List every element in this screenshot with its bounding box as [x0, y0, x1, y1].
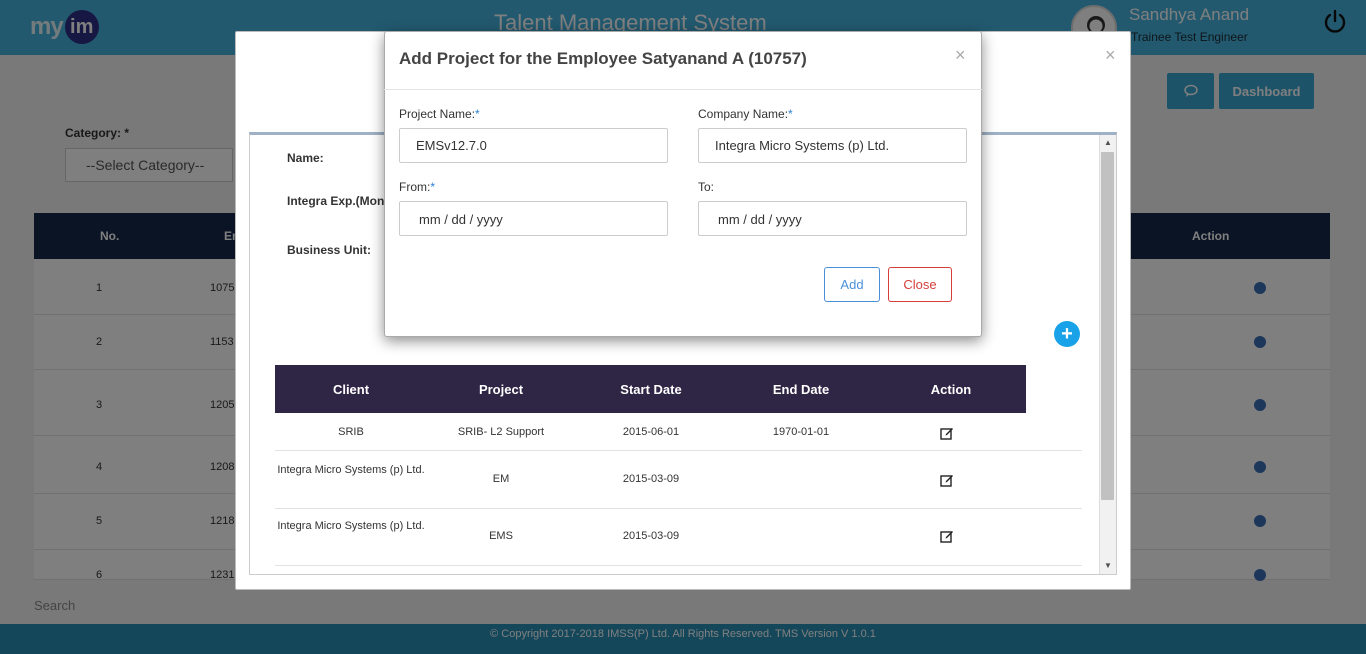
cell-start-date: 2015-03-09: [622, 473, 680, 485]
close-button[interactable]: Close: [888, 267, 952, 302]
projects-table-header: Client Project Start Date End Date Actio…: [275, 365, 1026, 413]
col-end-date: End Date: [772, 382, 830, 397]
edit-icon[interactable]: [940, 426, 954, 440]
scroll-down-arrow-icon[interactable]: ▼: [1104, 561, 1112, 570]
edit-icon[interactable]: [940, 473, 954, 487]
cell-project: EMS: [489, 530, 513, 542]
table-row: Integra Micro Systems (p) Ltd. EM 2015-0…: [275, 451, 1082, 509]
modal-close-icon[interactable]: ×: [955, 45, 966, 66]
cell-client: SRIB: [338, 426, 364, 438]
cell-start-date: 2015-06-01: [622, 426, 680, 438]
cell-end-date: 1970-01-01: [772, 426, 830, 438]
edit-icon[interactable]: [940, 529, 954, 543]
add-project-icon[interactable]: +: [1054, 321, 1080, 347]
project-name-label: Project Name:*: [399, 107, 480, 121]
scroll-up-arrow-icon[interactable]: ▲: [1104, 138, 1112, 147]
cell-start-date: 2015-03-09: [622, 530, 680, 542]
company-name-input[interactable]: [698, 128, 967, 163]
name-label: Name:: [287, 151, 324, 165]
modal-header-divider: [384, 89, 982, 90]
add-project-modal-title: Add Project for the Employee Satyanand A…: [399, 49, 807, 68]
integra-exp-label: Integra Exp.(Month: [287, 194, 396, 208]
to-date-input[interactable]: mm / dd / yyyy: [698, 201, 967, 236]
cell-client: Integra Micro Systems (p) Ltd.: [277, 464, 425, 476]
cell-project: EM: [492, 473, 510, 485]
col-project: Project: [478, 382, 524, 397]
company-name-label: Company Name:*: [698, 107, 793, 121]
to-label: To:: [698, 180, 715, 194]
cell-project: SRIB- L2 Support: [457, 426, 545, 438]
project-name-input[interactable]: [399, 128, 668, 163]
cell-client: Integra Micro Systems (p) Ltd.: [277, 520, 425, 532]
required-mark: *: [788, 107, 793, 121]
from-label-text: From:: [399, 180, 431, 194]
required-mark: *: [430, 180, 436, 194]
company-name-label-text: Company Name:: [698, 107, 789, 121]
col-client: Client: [332, 382, 370, 397]
from-date-input[interactable]: mm / dd / yyyy: [399, 201, 668, 236]
required-mark: *: [475, 107, 480, 121]
table-row: SRIB SRIB- L2 Support 2015-06-01 1970-01…: [275, 413, 1082, 451]
project-name-label-text: Project Name:: [399, 107, 476, 121]
col-action: Action: [930, 382, 972, 397]
panel-scrollbar-thumb[interactable]: [1101, 152, 1114, 500]
add-button[interactable]: Add: [824, 267, 880, 302]
business-unit-label: Business Unit:: [287, 243, 372, 257]
col-start-date: Start Date: [620, 382, 682, 397]
employee-modal-close-icon[interactable]: ×: [1105, 45, 1116, 66]
table-row: Integra Micro Systems (p) Ltd. EMS 2015-…: [275, 509, 1082, 566]
from-label: From:*: [399, 180, 435, 194]
